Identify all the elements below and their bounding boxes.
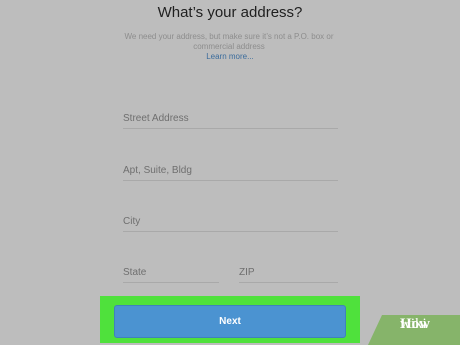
state-underline [123,282,219,283]
next-button[interactable]: Next [114,305,346,338]
state-field[interactable]: State [123,267,146,278]
page-subtitle: We need your address, but make sure it’s… [124,32,334,51]
street-address-underline [123,128,338,129]
city-field[interactable]: City [123,216,140,227]
zip-underline [239,282,338,283]
street-address-field[interactable]: Street Address [123,113,189,124]
watermark-how: How [400,316,430,332]
apt-suite-field[interactable]: Apt, Suite, Bldg [123,165,192,176]
city-underline [123,231,338,232]
zip-field[interactable]: ZIP [239,267,255,278]
learn-more-link[interactable]: Learn more... [0,52,460,61]
page-title: What’s your address? [157,4,303,21]
apt-suite-underline [123,180,338,181]
wikihow-watermark: wiki How [368,315,460,345]
